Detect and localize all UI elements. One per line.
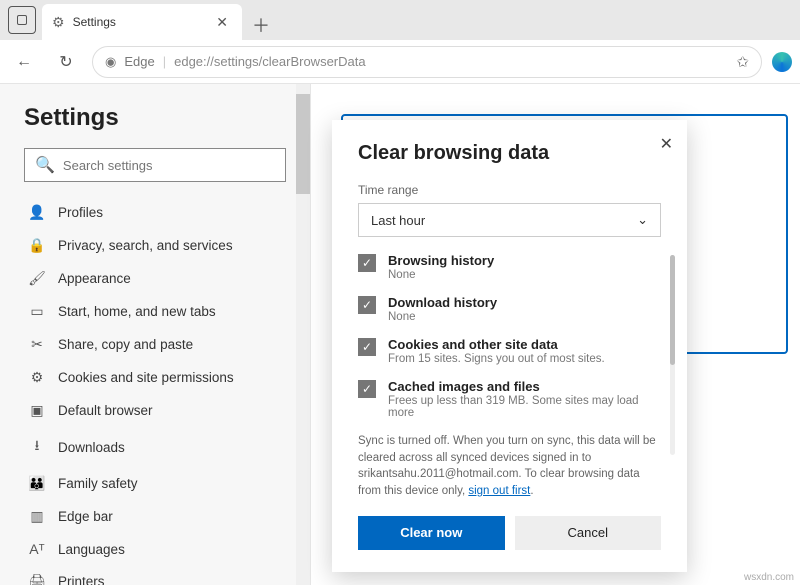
time-range-select[interactable]: Last hour ⌄ [358,203,661,237]
gear-icon: ⚙ [52,14,65,31]
sidebar-item-start-home-and-new-tabs[interactable]: ▭ Start, home, and new tabs [24,295,286,328]
nav-icon: 🖨 [28,573,46,585]
search-icon: 🔍 [35,155,55,175]
sidebar-item-appearance[interactable]: 🖌 Appearance [24,262,286,295]
dialog-title: Clear browsing data [358,142,661,165]
option-title: Cached images and files [388,379,661,394]
sidebar-item-share-copy-and-paste[interactable]: ✂ Share, copy and paste [24,328,286,361]
address-url: edge://settings/clearBrowserData [174,54,365,69]
sidebar-item-downloads[interactable]: ⭳ Downloads [24,427,286,467]
clear-now-button[interactable]: Clear now [358,516,505,550]
sidebar-item-languages[interactable]: Aᵀ Languages [24,533,286,565]
checkbox[interactable]: ✓ [358,254,376,272]
new-tab-button[interactable]: ＋ [246,10,276,40]
close-dialog-button[interactable]: ✕ [660,134,673,154]
edge-logo-icon: ◉ [105,54,116,70]
nav-label: Downloads [58,440,125,455]
option-subtitle: From 15 sites. Signs you out of most sit… [388,353,605,365]
nav-label: Printers [58,574,105,585]
sidebar-scrollbar[interactable] [296,84,310,585]
close-tab-button[interactable]: ✕ [212,14,232,31]
time-range-label: Time range [358,183,661,197]
tab-actions-button[interactable] [8,6,36,34]
watermark: wsxdn.com [744,572,794,583]
sidebar-item-profiles[interactable]: 👤 Profiles [24,196,286,229]
data-type-option: ✓ Browsing historyNone [358,253,661,281]
nav-icon: ⚙ [28,369,46,386]
sidebar-item-edge-bar[interactable]: ▥ Edge bar [24,500,286,533]
data-type-option: ✓ Cookies and other site dataFrom 15 site… [358,337,661,365]
favorite-button[interactable]: ✩ [736,53,749,71]
nav-label: Family safety [58,476,138,491]
refresh-button[interactable]: ↻ [50,46,82,78]
nav-label: Edge bar [58,509,113,524]
search-settings-input[interactable]: 🔍 [24,148,286,182]
nav-icon: ▣ [28,402,46,419]
clear-browsing-data-dialog: ✕ Clear browsing data Time range Last ho… [332,120,687,572]
nav-label: Cookies and site permissions [58,370,234,385]
nav-icon: Aᵀ [28,541,46,557]
nav-label: Languages [58,542,125,557]
sign-out-link[interactable]: sign out first [468,485,530,497]
sidebar-item-privacy-search-and-services[interactable]: 🔒 Privacy, search, and services [24,229,286,262]
nav-label: Start, home, and new tabs [58,304,216,319]
sync-info-text: Sync is turned off. When you turn on syn… [358,433,661,500]
address-brand: Edge [124,54,154,69]
nav-label: Privacy, search, and services [58,238,233,253]
data-type-option: ✓ Download historyNone [358,295,661,323]
sidebar-item-default-browser[interactable]: ▣ Default browser [24,394,286,427]
page-title: Settings [24,104,286,132]
cancel-button[interactable]: Cancel [515,516,662,550]
chevron-down-icon: ⌄ [637,212,648,228]
nav-label: Share, copy and paste [58,337,193,352]
back-button[interactable]: ← [8,46,40,78]
nav-icon: 👤 [28,204,46,221]
tab-title: Settings [73,15,116,29]
option-title: Cookies and other site data [388,337,605,352]
checkbox[interactable]: ✓ [358,338,376,356]
nav-label: Appearance [58,271,131,286]
option-subtitle: None [388,311,497,323]
nav-icon: ✂ [28,336,46,353]
browser-tab[interactable]: ⚙ Settings ✕ [42,4,242,40]
sidebar-item-family-safety[interactable]: 👪 Family safety [24,467,286,500]
sidebar-item-printers[interactable]: 🖨 Printers [24,565,286,585]
nav-label: Default browser [58,403,153,418]
nav-label: Profiles [58,205,103,220]
option-title: Download history [388,295,497,310]
profile-icon[interactable] [772,52,792,72]
nav-icon: ▥ [28,508,46,525]
nav-icon: ⭳ [28,435,46,459]
nav-icon: ▭ [28,303,46,320]
sidebar-item-cookies-and-site-permissions[interactable]: ⚙ Cookies and site permissions [24,361,286,394]
address-bar[interactable]: ◉ Edge | edge://settings/clearBrowserDat… [92,46,762,78]
checkbox[interactable]: ✓ [358,296,376,314]
data-type-option: ✓ Cached images and filesFrees up less th… [358,379,661,419]
nav-icon: 👪 [28,475,46,492]
checkbox[interactable]: ✓ [358,380,376,398]
option-subtitle: None [388,269,494,281]
nav-icon: 🖌 [28,270,46,287]
option-subtitle: Frees up less than 319 MB. Some sites ma… [388,395,661,419]
nav-icon: 🔒 [28,237,46,254]
search-field[interactable] [63,158,275,173]
options-scrollbar[interactable] [670,255,675,455]
option-title: Browsing history [388,253,494,268]
